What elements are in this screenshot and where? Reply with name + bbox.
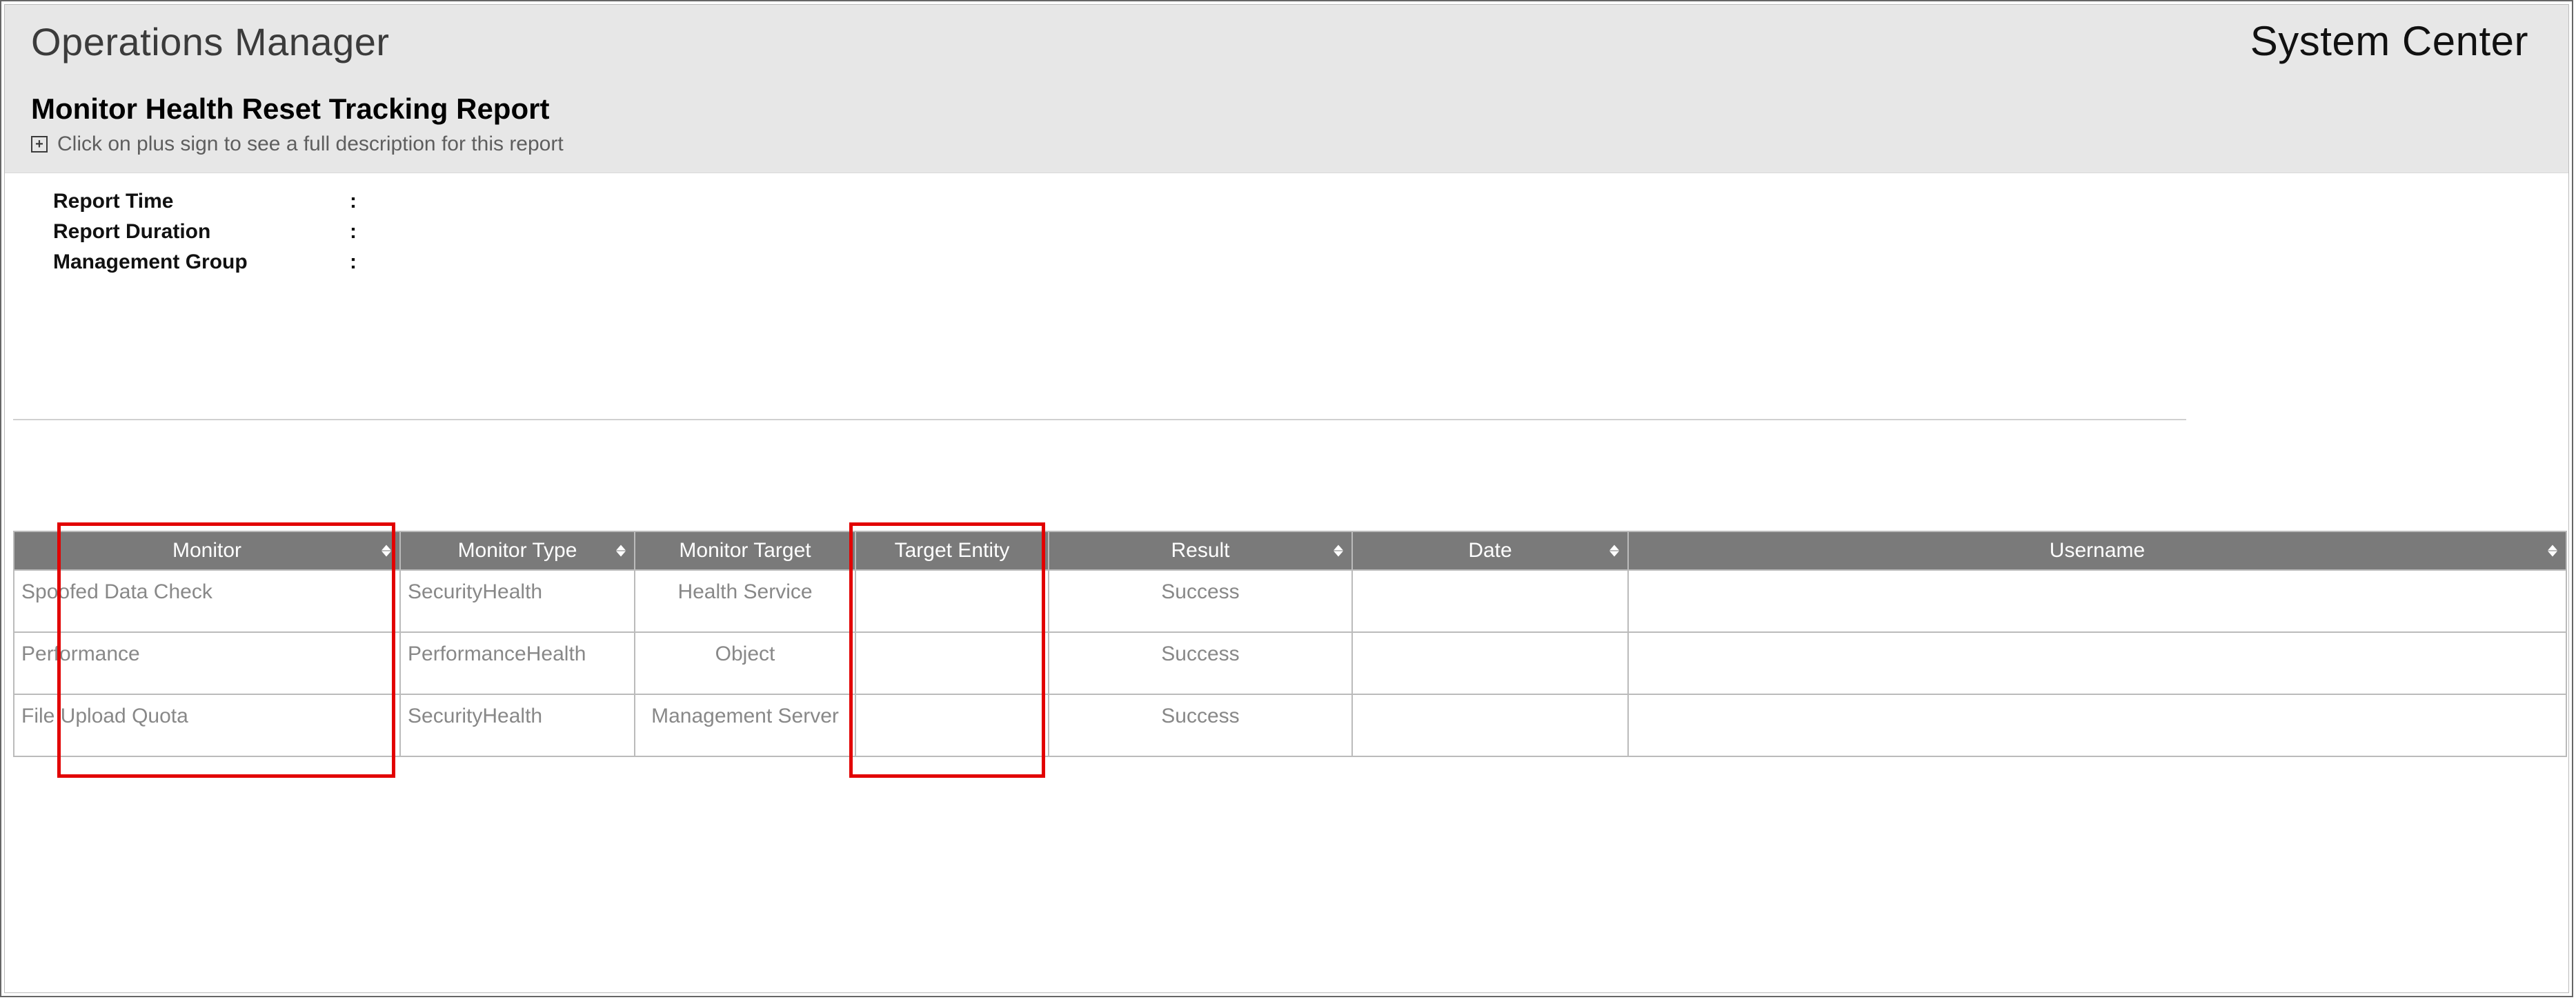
meta-management-group: Management Group : bbox=[53, 251, 2542, 274]
sort-icon[interactable] bbox=[1609, 545, 1619, 557]
sort-icon[interactable] bbox=[382, 545, 391, 557]
report-window: Operations Manager System Center Monitor… bbox=[0, 0, 2573, 997]
meta-report-time: Report Time : bbox=[53, 190, 2542, 213]
system-center-label: System Center bbox=[2250, 17, 2528, 65]
col-username-label: Username bbox=[2050, 539, 2145, 562]
cell-date bbox=[1352, 694, 1628, 756]
col-monitor-target-label: Monitor Target bbox=[679, 539, 811, 562]
cell-target-entity bbox=[855, 570, 1049, 632]
table-header-row: Monitor Monitor Type Monitor Target Targ… bbox=[14, 531, 2566, 570]
cell-date bbox=[1352, 570, 1628, 632]
col-monitor[interactable]: Monitor bbox=[14, 531, 400, 570]
col-result-label: Result bbox=[1171, 539, 1229, 562]
cell-monitor-target: Object bbox=[635, 632, 855, 694]
sort-icon[interactable] bbox=[1334, 545, 1343, 557]
cell-target-entity bbox=[855, 694, 1049, 756]
cell-date bbox=[1352, 632, 1628, 694]
cell-monitor-target: Management Server bbox=[635, 694, 855, 756]
cell-monitor-type: SecurityHealth bbox=[400, 570, 635, 632]
sort-icon[interactable] bbox=[616, 545, 626, 557]
cell-result: Success bbox=[1049, 632, 1352, 694]
cell-monitor-target: Health Service bbox=[635, 570, 855, 632]
table-row[interactable]: File Upload Quota SecurityHealth Managem… bbox=[14, 694, 2566, 756]
col-target-entity[interactable]: Target Entity bbox=[855, 531, 1049, 570]
col-monitor-label: Monitor bbox=[172, 539, 241, 562]
col-username[interactable]: Username bbox=[1628, 531, 2566, 570]
report-table: Monitor Monitor Type Monitor Target Targ… bbox=[13, 531, 2567, 757]
cell-target-entity bbox=[855, 632, 1049, 694]
description-hint-row: + Click on plus sign to see a full descr… bbox=[31, 133, 2542, 156]
cell-monitor: Performance bbox=[14, 632, 400, 694]
management-group-label: Management Group bbox=[53, 251, 350, 274]
section-divider bbox=[13, 419, 2186, 420]
col-monitor-type-label: Monitor Type bbox=[458, 539, 577, 562]
brand-row: Operations Manager System Center bbox=[31, 17, 2542, 65]
table-row[interactable]: Spoofed Data Check SecurityHealth Health… bbox=[14, 570, 2566, 632]
cell-monitor-type: PerformanceHealth bbox=[400, 632, 635, 694]
report-header: Operations Manager System Center Monitor… bbox=[5, 5, 2568, 173]
report-title-row: Monitor Health Reset Tracking Report bbox=[31, 92, 2542, 126]
report-time-label: Report Time bbox=[53, 190, 350, 213]
report-table-wrap: Monitor Monitor Type Monitor Target Targ… bbox=[5, 531, 2568, 757]
report-canvas: Operations Manager System Center Monitor… bbox=[4, 4, 2569, 993]
sort-icon[interactable] bbox=[2548, 545, 2557, 557]
colon-separator: : bbox=[350, 251, 370, 274]
col-monitor-target[interactable]: Monitor Target bbox=[635, 531, 855, 570]
meta-report-duration: Report Duration : bbox=[53, 220, 2542, 244]
report-duration-label: Report Duration bbox=[53, 220, 350, 244]
report-meta: Report Time : Report Duration : Manageme… bbox=[5, 173, 2568, 274]
cell-result: Success bbox=[1049, 570, 1352, 632]
cell-result: Success bbox=[1049, 694, 1352, 756]
table-row[interactable]: Performance PerformanceHealth Object Suc… bbox=[14, 632, 2566, 694]
col-date-label: Date bbox=[1468, 539, 1512, 562]
col-result[interactable]: Result bbox=[1049, 531, 1352, 570]
cell-username bbox=[1628, 632, 2566, 694]
cell-monitor: Spoofed Data Check bbox=[14, 570, 400, 632]
expand-description-icon[interactable]: + bbox=[31, 136, 48, 153]
colon-separator: : bbox=[350, 220, 370, 244]
col-monitor-type[interactable]: Monitor Type bbox=[400, 531, 635, 570]
cell-monitor: File Upload Quota bbox=[14, 694, 400, 756]
description-hint-text: Click on plus sign to see a full descrip… bbox=[57, 133, 564, 156]
cell-username bbox=[1628, 694, 2566, 756]
ops-manager-label: Operations Manager bbox=[31, 19, 390, 64]
colon-separator: : bbox=[350, 190, 370, 213]
col-target-entity-label: Target Entity bbox=[895, 539, 1010, 562]
col-date[interactable]: Date bbox=[1352, 531, 1628, 570]
cell-username bbox=[1628, 570, 2566, 632]
cell-monitor-type: SecurityHealth bbox=[400, 694, 635, 756]
report-title: Monitor Health Reset Tracking Report bbox=[31, 92, 2542, 126]
